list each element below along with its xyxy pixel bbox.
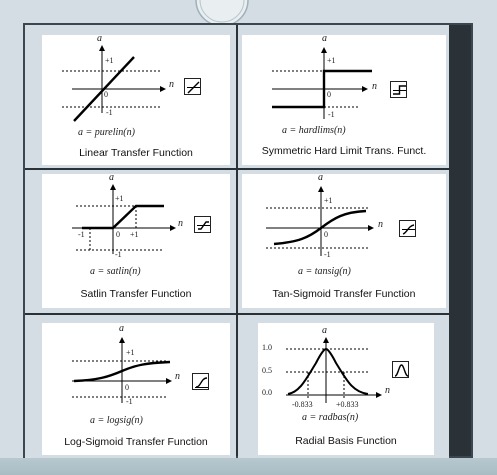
axis-a-label: a xyxy=(97,33,102,44)
cell-logsig: a n +1 -1 0 a = logsig(n) Log-Sigmoid Tr… xyxy=(25,315,236,458)
origin-label: 0 xyxy=(327,90,331,99)
panel-radbas: a n 1.0 0.5 0.0 -0.833 +0.833 a = radbas… xyxy=(258,323,434,455)
cell-radbas: a n 1.0 0.5 0.0 -0.833 +0.833 a = radbas… xyxy=(238,315,449,458)
logo-emblem-icon xyxy=(195,0,249,27)
axis-a-label: a xyxy=(322,33,327,44)
satlin-icon xyxy=(194,216,211,233)
axis-n-label: n xyxy=(372,81,377,92)
x-tick-minus: -0.833 xyxy=(292,400,313,409)
cell-hardlims: a n +1 -1 0 a = hardlims(n) Symmetric Ha… xyxy=(238,25,449,168)
radbas-icon xyxy=(392,361,409,378)
axis-n-label: n xyxy=(178,218,183,229)
tick-plus-one: +1 xyxy=(126,348,135,357)
cell-satlin: a n +1 -1 0 -1 +1 a = satlin(n) Satlin T… xyxy=(25,170,236,313)
linear-icon xyxy=(184,78,201,95)
formula-linear: a = purelin(n) xyxy=(78,127,135,138)
cell-linear: a n +1 -1 0 a = purelin(n) Linear Transf… xyxy=(25,25,236,168)
tick-minus-one: -1 xyxy=(115,250,122,259)
cell-tansig: a n +1 -1 0 a = tansig(n) Tan-Sigmoid Tr… xyxy=(238,170,449,313)
panel-hardlims: a n +1 -1 0 a = hardlims(n) Symmetric Ha… xyxy=(242,33,446,165)
axis-a-label: a xyxy=(119,323,124,334)
tick-minus-one: -1 xyxy=(324,250,331,259)
hard-limit-icon xyxy=(390,81,407,98)
caption-radbas: Radial Basis Function xyxy=(295,435,397,447)
origin-label: 0 xyxy=(125,383,129,392)
axis-n-label: n xyxy=(169,79,174,90)
panel-logsig: a n +1 -1 0 a = logsig(n) Log-Sigmoid Tr… xyxy=(42,323,230,455)
transfer-function-grid: a n +1 -1 0 a = purelin(n) Linear Transf… xyxy=(25,25,471,458)
y-tick-zero: 0.0 xyxy=(262,388,272,397)
caption-linear: Linear Transfer Function xyxy=(79,147,193,159)
axis-n-label: n xyxy=(385,385,390,396)
y-tick-half: 0.5 xyxy=(262,366,272,375)
x-tick-plus: +0.833 xyxy=(336,400,359,409)
origin-label: 0 xyxy=(116,230,120,239)
tick-minus-one: -1 xyxy=(328,110,335,119)
slide-logo-badge xyxy=(0,0,497,27)
tick-minus-one: -1 xyxy=(106,108,113,117)
axis-n-label: n xyxy=(378,219,383,230)
panel-linear: a n +1 -1 0 a = purelin(n) Linear Transf… xyxy=(42,33,230,165)
axis-n-label: n xyxy=(175,371,180,382)
formula-radbas: a = radbas(n) xyxy=(302,412,359,423)
caption-logsig: Log-Sigmoid Transfer Function xyxy=(64,436,208,448)
axis-a-label: a xyxy=(109,172,114,183)
tick-plus-one: +1 xyxy=(105,56,114,65)
caption-tansig: Tan-Sigmoid Transfer Function xyxy=(272,288,416,300)
graph-linear xyxy=(62,45,166,122)
panel-tansig: a n +1 -1 0 a = tansig(n) Tan-Sigmoid Tr… xyxy=(242,172,446,308)
caption-satlin: Satlin Transfer Function xyxy=(80,288,192,300)
slide-footer-bar xyxy=(0,458,497,475)
formula-tansig: a = tansig(n) xyxy=(298,266,351,277)
origin-label: 0 xyxy=(324,230,328,239)
tick-plus-one: +1 xyxy=(327,56,336,65)
panel-satlin: a n +1 -1 0 -1 +1 a = satlin(n) Satlin T… xyxy=(42,172,230,308)
tick-plus-one: +1 xyxy=(324,196,333,205)
x-tick-plus-one: +1 xyxy=(130,230,139,239)
logsig-icon xyxy=(192,373,209,390)
axis-a-label: a xyxy=(322,325,327,336)
caption-hardlims: Symmetric Hard Limit Trans. Funct. xyxy=(261,145,427,157)
formula-logsig: a = logsig(n) xyxy=(90,415,143,426)
x-tick-minus-one: -1 xyxy=(78,230,85,239)
tick-minus-one: -1 xyxy=(126,397,133,406)
tick-plus-one: +1 xyxy=(115,194,124,203)
formula-satlin: a = satlin(n) xyxy=(90,266,141,277)
origin-label: 0 xyxy=(104,90,108,99)
formula-hardlims: a = hardlims(n) xyxy=(282,125,346,136)
y-tick-one: 1.0 xyxy=(262,343,272,352)
axis-a-label: a xyxy=(318,172,323,183)
tansig-icon xyxy=(399,220,416,237)
